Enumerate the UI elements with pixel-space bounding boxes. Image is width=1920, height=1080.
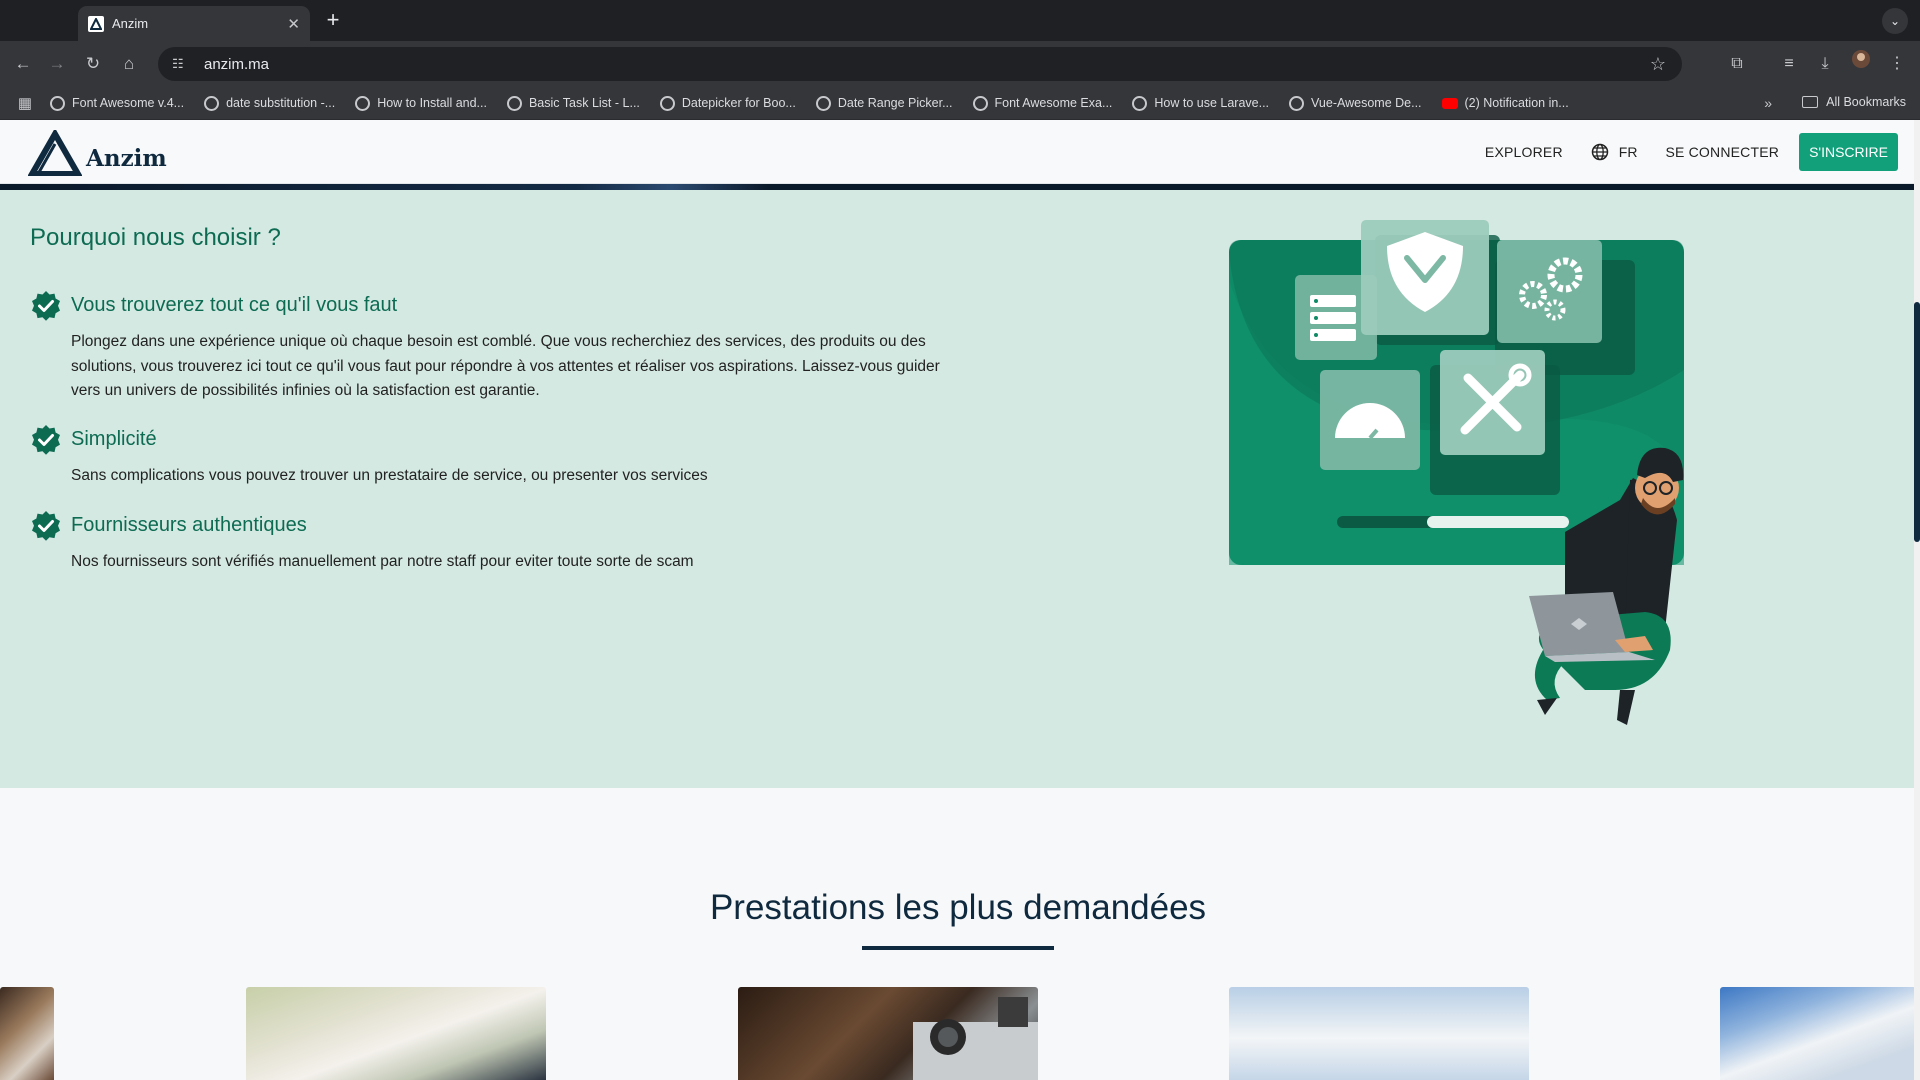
browser-tabstrip: Anzim ✕ + ⌄ <box>0 0 1920 41</box>
popular-services-section: Prestations les plus demandées <box>0 788 1920 1080</box>
verified-check-icon <box>32 511 60 541</box>
globe-icon <box>1132 95 1148 111</box>
bookmark-item[interactable]: Vue-Awesome De... <box>1289 95 1422 111</box>
bookmark-item[interactable]: Font Awesome v.4... <box>50 95 184 111</box>
tab-search-chevron-icon[interactable]: ⌄ <box>1882 8 1908 34</box>
camera-icon <box>913 997 1038 1080</box>
feature-item: Fournisseurs authentiques Nos fournisseu… <box>30 510 960 575</box>
bookmark-item[interactable]: (2) Notification in... <box>1441 96 1569 110</box>
language-selector[interactable]: FR <box>1591 143 1638 161</box>
bookmark-item[interactable]: How to use Larave... <box>1132 95 1269 111</box>
address-bar[interactable]: ☷ anzim.ma ☆ <box>158 47 1682 81</box>
forward-arrow-icon[interactable]: → <box>42 49 72 79</box>
logo-triangle-icon <box>28 130 82 176</box>
service-card-image[interactable] <box>0 987 54 1080</box>
download-icon[interactable]: ⤓ <box>1810 49 1840 79</box>
reload-icon[interactable]: ↻ <box>78 49 108 79</box>
service-card-image[interactable] <box>1229 987 1529 1080</box>
bookmarks-bar: ▦ Font Awesome v.4... date substitution … <box>0 87 1920 120</box>
all-bookmarks-button[interactable]: All Bookmarks <box>1802 95 1906 109</box>
globe-icon <box>972 95 988 111</box>
profile-avatar-icon[interactable] <box>1846 49 1876 79</box>
globe-icon <box>659 95 675 111</box>
title-underline <box>862 946 1054 950</box>
media-playlist-icon[interactable]: ≡ <box>1774 49 1804 79</box>
service-card-image[interactable] <box>246 987 546 1080</box>
verified-check-icon <box>32 291 60 321</box>
apps-grid-icon[interactable]: ▦ <box>0 94 50 112</box>
feature-text: Sans complications vous pouvez trouver u… <box>71 467 708 484</box>
feature-item: Vous trouverez tout ce qu'il vous faut P… <box>30 290 960 404</box>
anzim-favicon-icon <box>88 15 104 32</box>
tab-title: Anzim <box>112 16 149 31</box>
new-tab-button[interactable]: + <box>320 8 346 34</box>
globe-icon <box>355 95 371 111</box>
home-icon[interactable]: ⌂ <box>114 49 144 79</box>
logo-text: Anzim <box>86 145 167 172</box>
globe-icon <box>50 95 65 111</box>
service-card-image[interactable] <box>1720 987 1916 1080</box>
globe-icon <box>1289 95 1305 111</box>
globe-icon <box>815 95 831 111</box>
extensions-icon[interactable]: ⧉ <box>1722 49 1752 79</box>
browser-tab-anzim[interactable]: Anzim ✕ <box>78 6 310 41</box>
globe-icon <box>204 95 220 111</box>
scrollbar-thumb[interactable] <box>1914 302 1920 542</box>
bookmark-item[interactable]: Datepicker for Boo... <box>659 95 796 111</box>
feature-item: Simplicité Sans complications vous pouve… <box>30 424 960 489</box>
youtube-icon <box>1441 97 1458 109</box>
verified-check-icon <box>32 425 60 455</box>
bookmark-item[interactable]: Basic Task List - L... <box>506 95 640 111</box>
browser-toolbar: ← → ↻ ⌂ ☷ anzim.ma ☆ ⧉ ≡ ⤓ ⋮ <box>0 41 1920 87</box>
tab-close-icon[interactable]: ✕ <box>287 15 300 33</box>
bookmark-item[interactable]: How to Install and... <box>355 95 487 111</box>
site-logo[interactable]: Anzim <box>28 130 167 176</box>
feature-text: Plongez dans une expérience unique où ch… <box>71 333 940 399</box>
service-card-image[interactable] <box>738 987 1038 1080</box>
main-nav: EXPLORER FR SE CONNECTER S'INSCRIRE <box>1457 133 1898 171</box>
language-label: FR <box>1618 144 1638 160</box>
globe-icon <box>1591 143 1609 161</box>
page-scrollbar[interactable] <box>1914 120 1920 1080</box>
back-arrow-icon[interactable]: ← <box>8 49 38 79</box>
site-settings-icon[interactable]: ☷ <box>172 56 192 72</box>
feature-title: Fournisseurs authentiques <box>71 514 307 536</box>
signup-button[interactable]: S'INSCRIRE <box>1799 133 1898 171</box>
nav-login-link[interactable]: SE CONNECTER <box>1665 144 1779 160</box>
section-title: Pourquoi nous choisir ? <box>30 224 281 251</box>
folder-icon <box>1802 96 1819 108</box>
site-header: Anzim EXPLORER FR SE CONNECTER S'INSCRIR… <box>0 120 1920 184</box>
security-settings-illustration <box>1229 220 1684 725</box>
why-choose-us-section: Pourquoi nous choisir ? Vous trouverez t… <box>0 190 1920 788</box>
feature-text: Nos fournisseurs sont vérifiés manuellem… <box>71 553 694 570</box>
url-text: anzim.ma <box>204 55 270 73</box>
feature-title: Simplicité <box>71 428 157 450</box>
more-bookmarks-chevron-icon[interactable]: » <box>1764 95 1772 111</box>
bookmark-star-icon[interactable]: ☆ <box>1650 54 1666 75</box>
nav-explorer-link[interactable]: EXPLORER <box>1485 144 1563 160</box>
bookmark-item[interactable]: Date Range Picker... <box>815 95 953 111</box>
feature-title: Vous trouverez tout ce qu'il vous faut <box>71 294 398 316</box>
bookmark-item[interactable]: date substitution -... <box>204 95 335 111</box>
globe-icon <box>506 95 522 111</box>
section-title: Prestations les plus demandées <box>709 888 1207 927</box>
bookmark-item[interactable]: Font Awesome Exa... <box>972 95 1112 111</box>
browser-menu-icon[interactable]: ⋮ <box>1882 49 1912 79</box>
